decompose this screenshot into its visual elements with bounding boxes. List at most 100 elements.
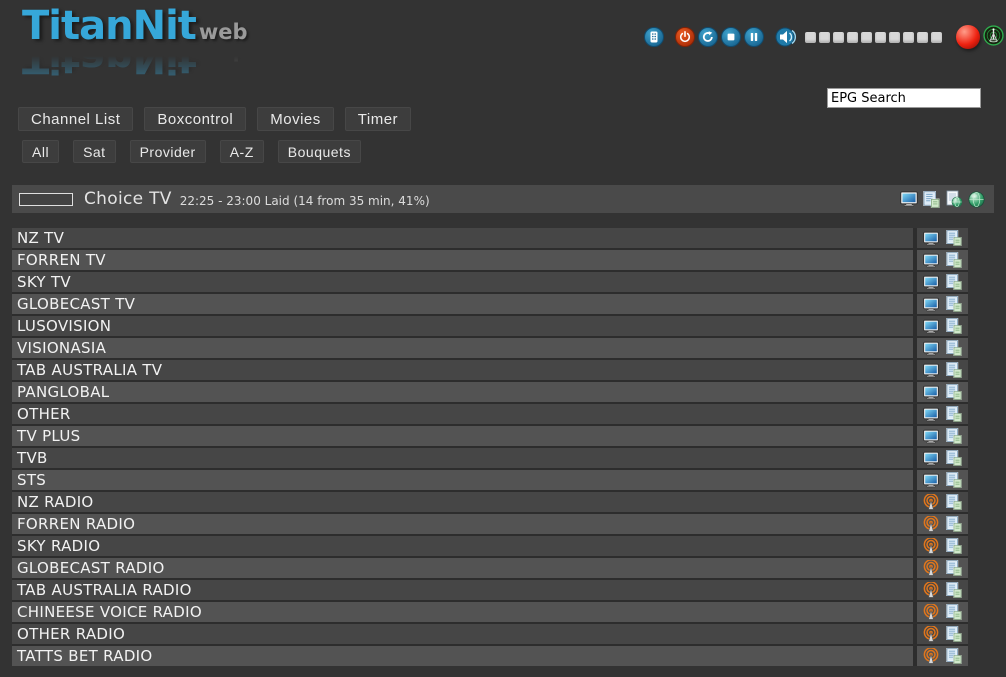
channel-name[interactable]: NZ RADIO (12, 492, 913, 512)
radio-icon[interactable] (923, 626, 939, 642)
radio-icon[interactable] (923, 538, 939, 554)
tv-icon[interactable] (923, 407, 939, 422)
volume-button[interactable] (775, 26, 799, 48)
record-indicator[interactable] (956, 25, 980, 49)
epg-list-icon[interactable] (923, 191, 940, 208)
channel-row: CHINEESE VOICE RADIO (12, 602, 968, 622)
channel-name[interactable]: TAB AUSTRALIA RADIO (12, 580, 913, 600)
filter-bouquets[interactable]: Bouquets (278, 140, 361, 163)
channel-name[interactable]: SKY RADIO (12, 536, 913, 556)
signal-button[interactable] (983, 25, 1004, 50)
epg-list-icon[interactable] (946, 362, 962, 378)
epg-list-icon[interactable] (946, 450, 962, 466)
globe-icon[interactable] (968, 191, 985, 208)
tv-icon[interactable] (923, 341, 939, 356)
web-epg-icon[interactable] (945, 190, 963, 208)
epg-list-icon[interactable] (946, 582, 962, 598)
channel-name[interactable]: CHINEESE VOICE RADIO (12, 602, 913, 622)
pause-button[interactable] (744, 27, 764, 47)
channel-row-actions (917, 294, 968, 314)
epg-list-icon[interactable] (946, 340, 962, 356)
tv-icon[interactable] (923, 319, 939, 334)
epg-list-icon[interactable] (946, 230, 962, 246)
tv-icon[interactable] (923, 253, 939, 268)
tv-icon[interactable] (923, 385, 939, 400)
epg-search-input[interactable] (827, 88, 981, 108)
power-button[interactable] (675, 27, 695, 47)
filter-a-z[interactable]: A-Z (220, 140, 264, 163)
volume-segment[interactable] (805, 32, 816, 43)
volume-segment[interactable] (833, 32, 844, 43)
channel-name[interactable]: FORREN RADIO (12, 514, 913, 534)
epg-list-icon[interactable] (946, 648, 962, 664)
epg-list-icon[interactable] (946, 428, 962, 444)
filter-all[interactable]: All (22, 140, 59, 163)
tv-icon[interactable] (923, 231, 939, 246)
volume-segment[interactable] (819, 32, 830, 43)
volume-segment[interactable] (847, 32, 858, 43)
radio-icon[interactable] (923, 648, 939, 664)
tab-timer[interactable]: Timer (345, 107, 411, 131)
volume-segment[interactable] (917, 32, 928, 43)
filter-provider[interactable]: Provider (130, 140, 206, 163)
channel-name[interactable]: TVB (12, 448, 913, 468)
speaker-icon (775, 26, 799, 48)
channel-name[interactable]: FORREN TV (12, 250, 913, 270)
channel-name[interactable]: GLOBECAST TV (12, 294, 913, 314)
volume-segment[interactable] (889, 32, 900, 43)
epg-list-icon[interactable] (946, 538, 962, 554)
tv-icon[interactable] (923, 297, 939, 312)
epg-list-icon[interactable] (946, 472, 962, 488)
epg-list-icon[interactable] (946, 516, 962, 532)
volume-segment[interactable] (903, 32, 914, 43)
channel-name[interactable]: OTHER RADIO (12, 624, 913, 644)
epg-list-icon[interactable] (946, 560, 962, 576)
tab-channel-list[interactable]: Channel List (18, 107, 133, 131)
remote-control-button[interactable] (644, 27, 664, 47)
channel-name[interactable]: NZ TV (12, 228, 913, 248)
tv-icon[interactable] (923, 363, 939, 378)
tv-stream-icon[interactable] (900, 191, 918, 207)
epg-list-icon[interactable] (946, 626, 962, 642)
tv-icon[interactable] (923, 275, 939, 290)
epg-list-icon[interactable] (946, 494, 962, 510)
volume-segment[interactable] (931, 32, 942, 43)
restart-button[interactable] (698, 27, 718, 47)
channel-name[interactable]: STS (12, 470, 913, 490)
channel-row: STS (12, 470, 968, 490)
channel-name[interactable]: SKY TV (12, 272, 913, 292)
epg-list-icon[interactable] (946, 252, 962, 268)
tv-icon[interactable] (923, 473, 939, 488)
channel-name[interactable]: GLOBECAST RADIO (12, 558, 913, 578)
channel-name[interactable]: VISIONASIA (12, 338, 913, 358)
volume-segment[interactable] (875, 32, 886, 43)
epg-list-icon[interactable] (946, 604, 962, 620)
epg-list-icon[interactable] (946, 296, 962, 312)
channel-name[interactable]: PANGLOBAL (12, 382, 913, 402)
epg-list-icon[interactable] (946, 384, 962, 400)
channel-row: VISIONASIA (12, 338, 968, 358)
channel-name[interactable]: TV PLUS (12, 426, 913, 446)
radio-icon[interactable] (923, 560, 939, 576)
channel-row-actions (917, 580, 968, 600)
tab-movies[interactable]: Movies (257, 107, 334, 131)
channel-name[interactable]: OTHER (12, 404, 913, 424)
epg-list-icon[interactable] (946, 318, 962, 334)
stop-button[interactable] (721, 27, 741, 47)
filter-sat[interactable]: Sat (73, 140, 116, 163)
channel-name[interactable]: TAB AUSTRALIA TV (12, 360, 913, 380)
volume-segment[interactable] (861, 32, 872, 43)
channel-row-actions (917, 426, 968, 446)
tv-icon[interactable] (923, 451, 939, 466)
epg-list-icon[interactable] (946, 274, 962, 290)
channel-name[interactable]: TATTS BET RADIO (12, 646, 913, 666)
radio-icon[interactable] (923, 516, 939, 532)
channel-row: NZ RADIO (12, 492, 968, 512)
tab-boxcontrol[interactable]: Boxcontrol (144, 107, 246, 131)
radio-icon[interactable] (923, 582, 939, 598)
radio-icon[interactable] (923, 494, 939, 510)
epg-list-icon[interactable] (946, 406, 962, 422)
radio-icon[interactable] (923, 604, 939, 620)
channel-name[interactable]: LUSOVISION (12, 316, 913, 336)
tv-icon[interactable] (923, 429, 939, 444)
